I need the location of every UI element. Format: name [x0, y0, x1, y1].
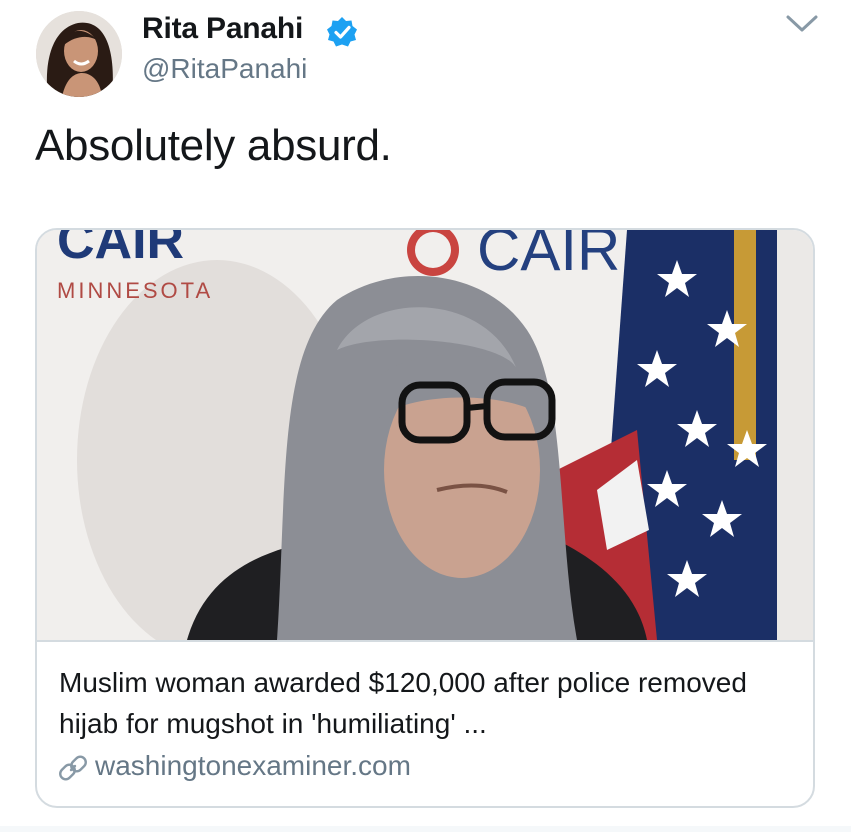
tweet-bottom-edge [0, 826, 851, 832]
avatar[interactable] [36, 11, 122, 97]
verified-badge-icon [327, 17, 357, 47]
card-title[interactable]: Muslim woman awarded $120,000 after poli… [59, 662, 789, 744]
chevron-down-icon[interactable] [785, 13, 819, 35]
tweet-text: Absolutely absurd. [35, 121, 392, 170]
link-card[interactable]: CAIR MINNESOTA CAIR Muslim woman awarded… [35, 228, 815, 808]
card-domain[interactable]: washingtonexaminer.com [95, 750, 411, 782]
backdrop-logo-text: CAIR [57, 230, 184, 270]
link-icon [59, 755, 87, 781]
author-handle[interactable]: @RitaPanahi [142, 53, 307, 85]
author-name[interactable]: Rita Panahi [142, 12, 303, 46]
card-image[interactable]: CAIR MINNESOTA CAIR [37, 230, 813, 640]
profile-photo [36, 11, 122, 97]
backdrop-logo-text-2: CAIR [477, 230, 620, 283]
tweet: Rita Panahi @RitaPanahi Absolutely absur… [0, 0, 851, 832]
backdrop-sub-text: MINNESOTA [57, 278, 213, 303]
card-divider [37, 640, 813, 642]
